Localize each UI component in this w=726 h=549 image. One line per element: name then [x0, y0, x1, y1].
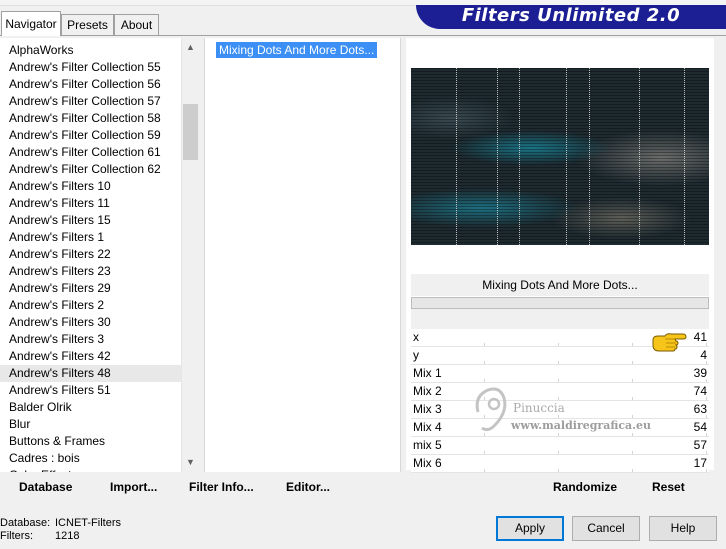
help-button[interactable]: Help: [649, 516, 717, 541]
preview-image: [411, 68, 709, 245]
watermark-url: www.maldiregrafica.eu: [511, 419, 652, 432]
tab-navigator[interactable]: Navigator: [1, 11, 61, 36]
preview-dot-line: [639, 68, 640, 245]
cancel-button[interactable]: Cancel: [572, 516, 640, 541]
category-item[interactable]: Andrew's Filter Collection 55: [0, 59, 181, 76]
slider-track[interactable]: [411, 472, 709, 473]
category-item[interactable]: Andrew's Filters 22: [0, 246, 181, 263]
status-database-value: ICNET-Filters: [55, 517, 121, 529]
category-item[interactable]: Balder Olrik: [0, 399, 181, 416]
filter-name-label: Mixing Dots And More Dots...: [411, 274, 709, 296]
apply-button[interactable]: Apply: [496, 516, 564, 541]
filter-info-button[interactable]: Filter Info...: [189, 480, 254, 494]
watermark-name: Pinuccia: [513, 401, 565, 415]
scroll-up-icon[interactable]: ▲: [182, 39, 199, 56]
category-item[interactable]: Blur: [0, 416, 181, 433]
category-item[interactable]: Buttons & Frames: [0, 433, 181, 450]
category-item[interactable]: Andrew's Filters 42: [0, 348, 181, 365]
banner-title: Filters Unlimited 2.0: [416, 5, 726, 29]
preview-dot-line: [456, 68, 457, 245]
preview-dot-line: [566, 68, 567, 245]
category-item[interactable]: Andrew's Filter Collection 62: [0, 161, 181, 178]
category-item[interactable]: Andrew's Filters 2: [0, 297, 181, 314]
status-filters-value: 1218: [55, 530, 80, 542]
filter-item-selected[interactable]: Mixing Dots And More Dots...: [216, 42, 378, 58]
progress-bar: [411, 297, 709, 309]
category-item[interactable]: Andrew's Filters 11: [0, 195, 181, 212]
category-item[interactable]: Andrew's Filter Collection 58: [0, 110, 181, 127]
scrollbar-thumb[interactable]: [183, 104, 198, 160]
editor-button[interactable]: Editor...: [286, 480, 330, 494]
category-item[interactable]: Andrew's Filters 48: [0, 365, 181, 382]
reset-button[interactable]: Reset: [652, 480, 685, 494]
category-item[interactable]: Andrew's Filters 3: [0, 331, 181, 348]
category-item[interactable]: Andrew's Filters 10: [0, 178, 181, 195]
database-button[interactable]: Database: [19, 480, 72, 494]
status-database-label: Database:: [0, 517, 51, 529]
scroll-down-icon[interactable]: ▼: [182, 454, 199, 471]
preview-dot-line: [684, 68, 685, 245]
category-item[interactable]: AlphaWorks: [0, 42, 181, 59]
category-item[interactable]: Cadres : bois: [0, 450, 181, 467]
tab-about[interactable]: About: [114, 14, 159, 35]
category-item[interactable]: Andrew's Filter Collection 61: [0, 144, 181, 161]
category-item[interactable]: Andrew's Filter Collection 56: [0, 76, 181, 93]
import-button[interactable]: Import...: [110, 480, 157, 494]
preview-dot-line: [589, 68, 590, 245]
pointing-hand-icon: [652, 333, 687, 352]
category-list[interactable]: AlphaWorks Andrew's Filter Collection 55 A…: [0, 38, 181, 472]
category-item[interactable]: Andrew's Filters 1: [0, 229, 181, 246]
preview-dot-line: [519, 68, 520, 245]
filter-list[interactable]: Mixing Dots And More Dots...: [204, 38, 401, 472]
randomize-button[interactable]: Randomize: [553, 480, 617, 494]
category-item[interactable]: Andrew's Filters 29: [0, 280, 181, 297]
slider-mix-6[interactable]: Mix 6 17: [411, 455, 709, 473]
category-item[interactable]: Andrew's Filter Collection 57: [0, 93, 181, 110]
category-item[interactable]: Andrew's Filters 23: [0, 263, 181, 280]
slider-header-band: [411, 309, 709, 329]
category-item[interactable]: Andrew's Filters 51: [0, 382, 181, 399]
category-item[interactable]: Andrew's Filter Collection 59: [0, 127, 181, 144]
category-item[interactable]: Andrew's Filters 15: [0, 212, 181, 229]
category-item[interactable]: Andrew's Filters 30: [0, 314, 181, 331]
category-item[interactable]: Color Effects: [0, 467, 181, 472]
slider-mix-1[interactable]: Mix 1 39: [411, 365, 709, 383]
tab-presets[interactable]: Presets: [61, 14, 114, 35]
preview-dot-line: [497, 68, 498, 245]
status-filters-label: Filters:: [0, 530, 33, 542]
category-scrollbar[interactable]: ▲ ▼: [181, 38, 198, 472]
